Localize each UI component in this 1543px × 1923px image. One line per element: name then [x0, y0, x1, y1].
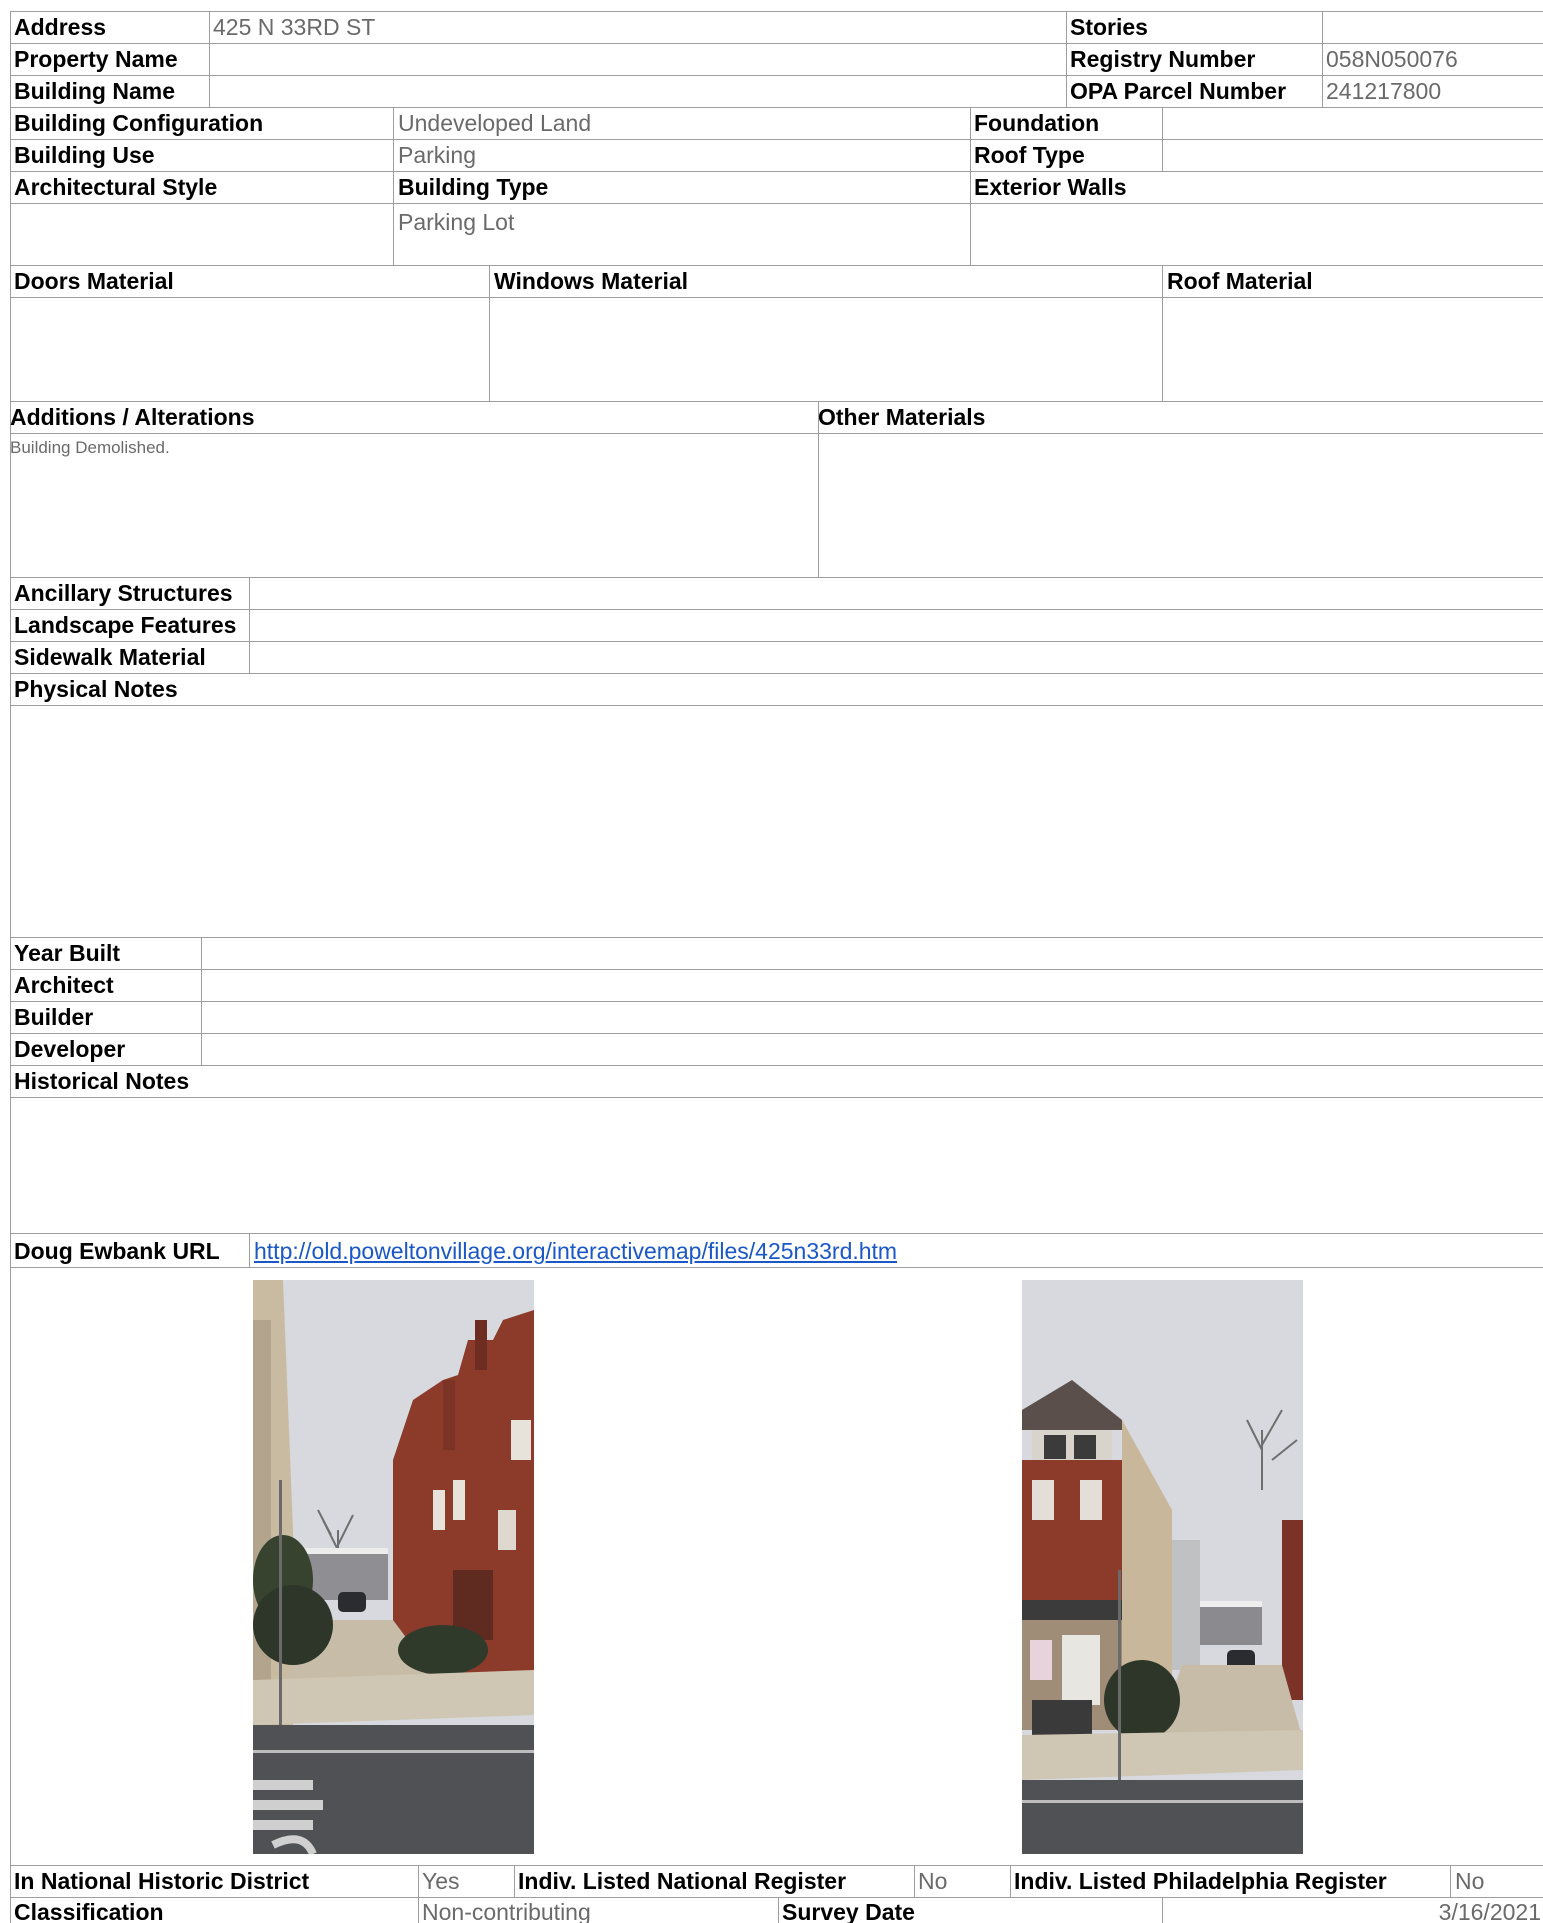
landscape-features-label: Landscape Features	[14, 612, 237, 638]
registry-number-value: 058N050076	[1326, 46, 1458, 72]
rule	[10, 297, 1543, 298]
architectural-style-label: Architectural Style	[14, 174, 218, 200]
national-district-value: Yes	[422, 1868, 460, 1894]
survey-form: Address 425 N 33RD ST Stories Property N…	[0, 0, 1543, 1923]
philadelphia-register-value: No	[1455, 1868, 1485, 1894]
other-materials-label: Other Materials	[818, 404, 986, 430]
roof-type-label: Roof Type	[974, 142, 1085, 168]
national-register-label: Indiv. Listed National Register	[518, 1868, 847, 1894]
rule	[10, 705, 1543, 706]
rule	[10, 1233, 1543, 1234]
ancillary-structures-label: Ancillary Structures	[14, 580, 233, 606]
national-district-label: In National Historic District	[14, 1868, 310, 1894]
historical-notes-label: Historical Notes	[14, 1068, 190, 1094]
rule	[209, 11, 210, 107]
rule	[1162, 265, 1163, 401]
additions-alterations-label: Additions / Alterations	[10, 404, 255, 430]
rule	[10, 1097, 1543, 1098]
classification-label: Classification	[14, 1899, 164, 1923]
rule	[10, 265, 1543, 266]
rule	[10, 609, 1543, 610]
rule	[1162, 107, 1163, 171]
rule	[10, 433, 1543, 434]
rule	[249, 1233, 250, 1267]
exterior-walls-label: Exterior Walls	[974, 174, 1127, 200]
rule	[10, 937, 1543, 938]
building-configuration-label: Building Configuration	[14, 110, 264, 136]
rule	[10, 203, 1543, 204]
street-photo-left	[253, 1280, 534, 1854]
rule	[10, 1001, 1543, 1002]
rule	[10, 577, 1543, 578]
roof-material-label: Roof Material	[1167, 268, 1313, 294]
survey-date-value: 3/16/2021	[1438, 1899, 1541, 1923]
stories-label: Stories	[1070, 14, 1148, 40]
building-type-label: Building Type	[398, 174, 549, 200]
registry-number-label: Registry Number	[1070, 46, 1256, 72]
builder-label: Builder	[14, 1004, 94, 1030]
doors-material-label: Doors Material	[14, 268, 174, 294]
opa-parcel-value: 241217800	[1326, 78, 1442, 104]
rule	[10, 1065, 1543, 1066]
developer-label: Developer	[14, 1036, 126, 1062]
sidewalk-material-label: Sidewalk Material	[14, 644, 206, 670]
building-name-label: Building Name	[14, 78, 176, 104]
rule	[10, 1897, 1543, 1898]
rule	[1162, 1897, 1163, 1923]
additions-alterations-value: Building Demolished.	[10, 438, 170, 457]
rule	[10, 139, 1543, 140]
rule	[10, 1267, 1543, 1268]
foundation-label: Foundation	[974, 110, 1100, 136]
rule	[514, 1865, 515, 1897]
address-label: Address	[14, 14, 107, 40]
rule	[914, 1865, 915, 1897]
survey-date-label: Survey Date	[782, 1899, 915, 1923]
national-register-value: No	[918, 1868, 948, 1894]
building-use-label: Building Use	[14, 142, 155, 168]
doug-ewbank-url-label: Doug Ewbank URL	[14, 1238, 220, 1264]
rule	[10, 1033, 1543, 1034]
left-border	[10, 11, 11, 1923]
year-built-label: Year Built	[14, 940, 121, 966]
rule	[778, 1897, 779, 1923]
rule	[1450, 1865, 1451, 1897]
physical-notes-label: Physical Notes	[14, 676, 178, 702]
philadelphia-register-label: Indiv. Listed Philadelphia Register	[1014, 1868, 1387, 1894]
rule	[489, 265, 490, 401]
rule	[201, 937, 202, 1065]
rule	[393, 107, 394, 265]
doug-ewbank-url-link[interactable]: http://old.poweltonvillage.org/interacti…	[254, 1236, 897, 1266]
opa-parcel-label: OPA Parcel Number	[1070, 78, 1287, 104]
rule	[249, 577, 250, 673]
rule	[10, 43, 1543, 44]
rule	[10, 75, 1543, 76]
rule	[10, 969, 1543, 970]
rule	[10, 641, 1543, 642]
classification-value: Non-contributing	[422, 1899, 591, 1923]
rule	[418, 1865, 419, 1923]
rule	[1010, 1865, 1011, 1897]
rule	[970, 107, 971, 265]
building-type-value: Parking Lot	[398, 209, 515, 235]
rule	[1322, 11, 1323, 107]
architect-label: Architect	[14, 972, 114, 998]
rule	[1066, 11, 1067, 107]
windows-material-label: Windows Material	[494, 268, 689, 294]
building-use-value: Parking	[398, 142, 476, 168]
building-configuration-value: Undeveloped Land	[398, 110, 592, 136]
street-photo-right	[1022, 1280, 1303, 1854]
address-value: 425 N 33RD ST	[213, 14, 376, 40]
rule	[10, 171, 1543, 172]
property-name-label: Property Name	[14, 46, 178, 72]
rule	[10, 673, 1543, 674]
